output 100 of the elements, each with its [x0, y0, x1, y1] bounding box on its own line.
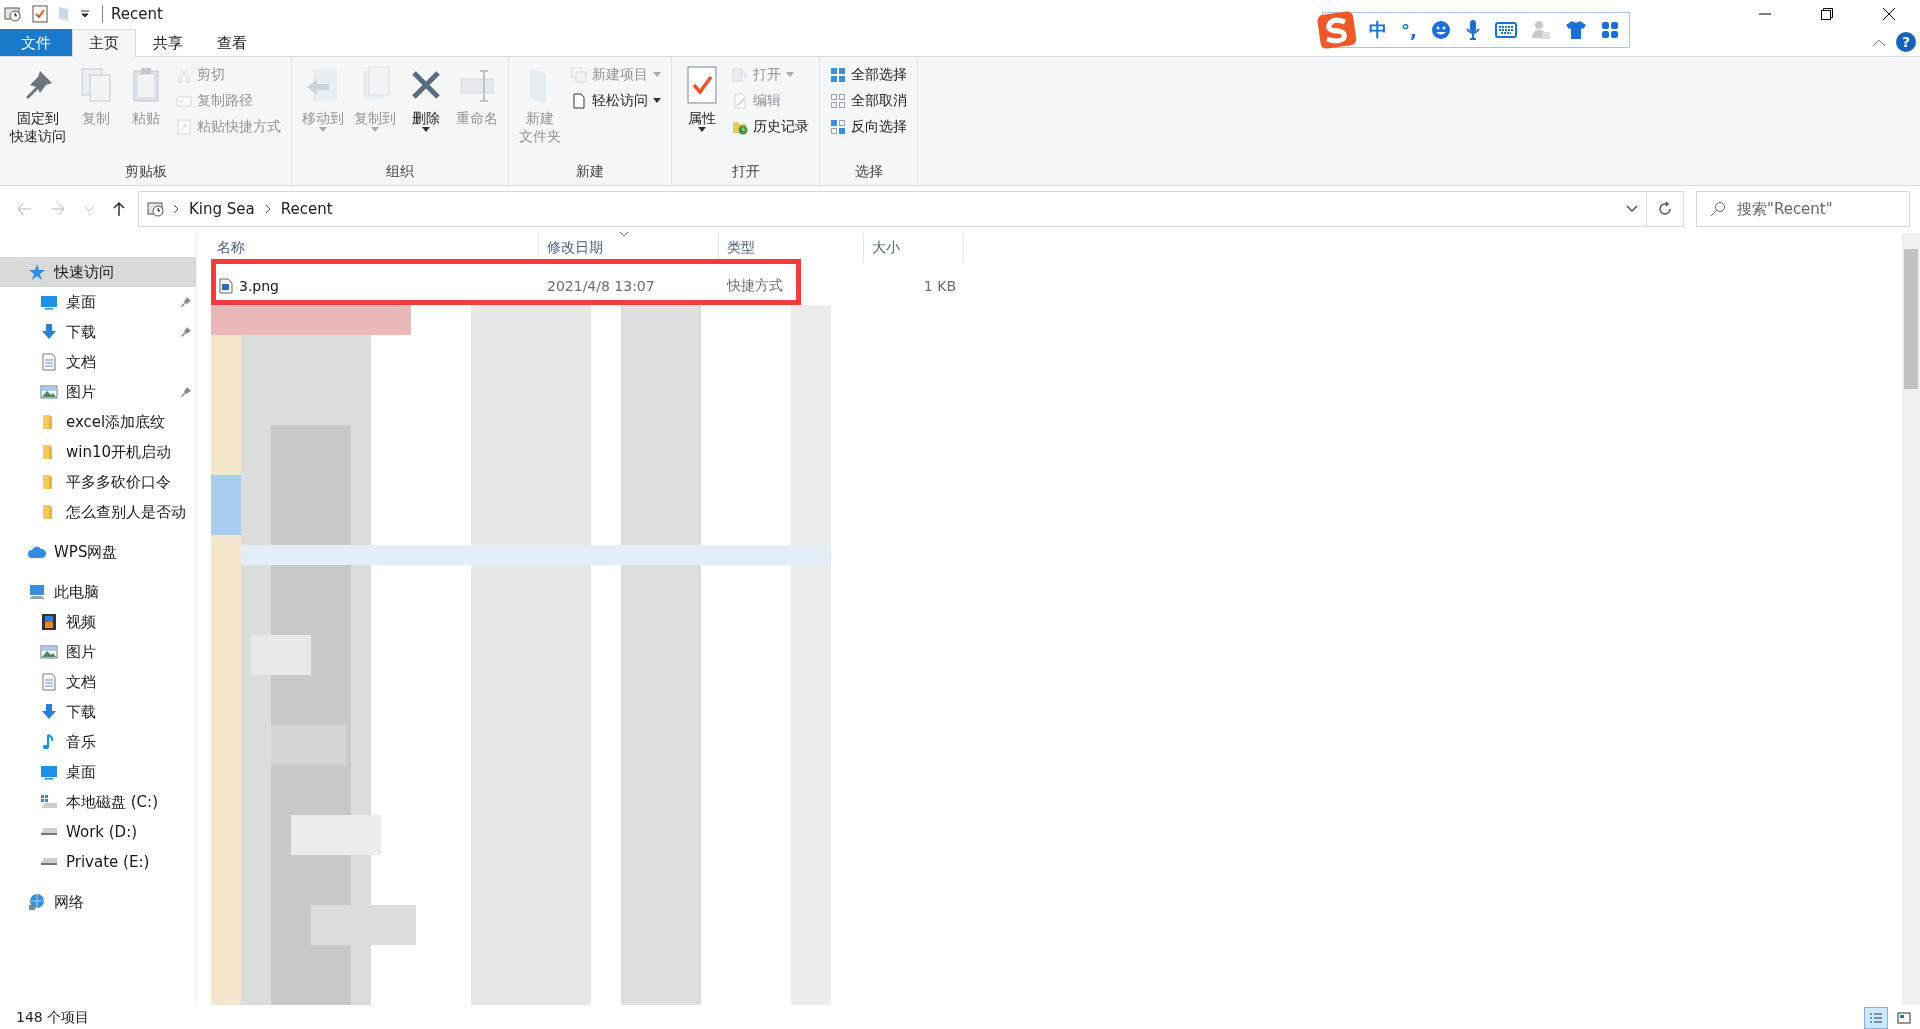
sidebar-item[interactable]: 快速访问 — [0, 257, 196, 287]
address-bar[interactable]: King Sea Recent — [138, 191, 1647, 227]
column-header[interactable]: 修改日期 — [539, 233, 719, 263]
sidebar-item[interactable]: 音乐 — [0, 727, 196, 757]
sidebar-item[interactable]: 网络 — [0, 887, 196, 917]
folder-settings-icon — [147, 200, 165, 218]
sidebar-item[interactable]: 桌面 — [0, 287, 196, 317]
folder-settings-icon — [4, 5, 22, 23]
ime-mode-text[interactable]: 中 — [1369, 18, 1387, 42]
ribbon-button[interactable]: 属性 — [678, 63, 726, 163]
column-header[interactable]: 类型 — [719, 233, 864, 263]
forward-arrow-icon — [50, 202, 66, 216]
image-file-icon — [219, 278, 233, 294]
ime-mode-text[interactable]: °, — [1401, 19, 1417, 41]
sidebar-item[interactable]: 下载 — [0, 697, 196, 727]
help-button[interactable]: ? — [1896, 32, 1916, 52]
film-icon — [40, 613, 58, 631]
ribbon-tab[interactable]: 主页 — [72, 29, 136, 57]
ribbon-button[interactable]: 历史记录 — [728, 115, 813, 139]
shirt-icon[interactable] — [1564, 20, 1587, 40]
sidebar-item[interactable]: 图片 — [0, 637, 196, 667]
ribbon-tab[interactable]: 文件 — [0, 29, 72, 56]
drive-icon — [40, 828, 58, 836]
monitor-icon — [40, 763, 58, 781]
chevron-right-icon — [264, 204, 271, 214]
sidebar-item[interactable]: 图片 — [0, 377, 196, 407]
sidebar-item[interactable]: 下载 — [0, 317, 196, 347]
table-cell-text: 快捷方式 — [725, 277, 784, 295]
window-title: Recent — [102, 5, 163, 23]
caret-icon — [371, 127, 379, 133]
sidebar-item[interactable]: 平多多砍价口令 — [0, 467, 196, 497]
refresh-icon — [1657, 201, 1673, 217]
image-icon — [40, 383, 58, 401]
file-name[interactable]: 3.png — [209, 278, 539, 294]
network-icon — [28, 893, 46, 911]
image-icon — [40, 643, 58, 661]
restore-icon — [1820, 7, 1834, 21]
table-cell-text: 1 KB — [922, 278, 957, 294]
path-icon — [176, 93, 192, 109]
new-item-icon — [571, 67, 587, 83]
group-label: 选择 — [853, 163, 884, 181]
pencil-page-icon — [732, 93, 748, 109]
checklist-icon[interactable] — [32, 5, 48, 23]
caret-icon — [698, 127, 706, 133]
group-label: 新建 — [575, 163, 605, 181]
group-label: 组织 — [385, 163, 415, 181]
sidebar-item[interactable]: Private (E:) — [0, 847, 196, 877]
ribbon-tab[interactable]: 查看 — [200, 29, 264, 56]
sidebar-item[interactable]: 此电脑 — [0, 577, 196, 607]
history-icon — [732, 119, 748, 135]
apps-icon[interactable] — [1600, 21, 1619, 39]
sidebar-item[interactable]: 桌面 — [0, 757, 196, 787]
breadcrumb[interactable]: King Sea — [187, 200, 257, 218]
open-icon — [732, 67, 748, 83]
tiles-icon — [1897, 1012, 1911, 1024]
computer-icon — [28, 583, 46, 601]
caret-icon — [653, 72, 661, 78]
collapse-ribbon-icon[interactable] — [1872, 38, 1886, 47]
ribbon-button[interactable]: 全部取消 — [826, 89, 911, 113]
ribbon-button[interactable]: 删除 — [402, 63, 450, 163]
search-field[interactable]: 搜索"Recent" — [1696, 191, 1910, 227]
details-view-button[interactable] — [1864, 1007, 1888, 1029]
minimize-icon — [1758, 13, 1772, 15]
column-header[interactable]: 大小 — [864, 233, 964, 263]
column-header[interactable]: 名称 — [209, 233, 539, 263]
ribbon-button[interactable]: 轻松访问 — [567, 89, 665, 113]
dropdown-icon[interactable] — [80, 9, 90, 19]
drive-icon — [40, 793, 58, 811]
chevron-down-icon — [84, 206, 94, 212]
sidebar-item[interactable]: 本地磁盘 (C:) — [0, 787, 196, 817]
scrollbar[interactable] — [1902, 233, 1920, 1005]
caret-icon — [653, 98, 661, 104]
sidebar-item[interactable]: 文档 — [0, 667, 196, 697]
page-icon — [571, 93, 587, 109]
refresh-button[interactable] — [1646, 191, 1684, 227]
sidebar-item[interactable]: excel添加底纹 — [0, 407, 196, 437]
ribbon-tab[interactable]: 共享 — [136, 29, 200, 56]
group-label: 打开 — [730, 163, 761, 181]
dropdown-icon[interactable] — [1626, 205, 1638, 213]
sidebar-item[interactable]: 怎么查别人是否动 — [0, 497, 196, 527]
sidebar-item[interactable]: Work (D:) — [0, 817, 196, 847]
item-count: 148 个项目 — [16, 1009, 90, 1027]
breadcrumb[interactable]: Recent — [278, 200, 335, 218]
close-icon — [1882, 7, 1896, 21]
ribbon-button[interactable]: 固定到 快速访问 — [6, 63, 70, 163]
microphone-icon[interactable] — [1464, 19, 1481, 41]
emoji-icon[interactable] — [1430, 20, 1451, 40]
sidebar-item[interactable]: 文档 — [0, 347, 196, 377]
ribbon-button[interactable]: 反向选择 — [826, 115, 911, 139]
shortcut-icon — [176, 119, 192, 135]
invert-grid-icon — [830, 119, 846, 135]
sidebar-item[interactable]: win10开机启动 — [0, 437, 196, 467]
up-arrow-icon — [112, 201, 126, 217]
grid-outline-icon — [830, 93, 846, 109]
ribbon-button[interactable]: 全部选择 — [826, 63, 911, 87]
sidebar-item[interactable]: 视频 — [0, 607, 196, 637]
star-icon — [28, 263, 46, 281]
document-icon — [40, 673, 58, 691]
sidebar-item[interactable]: WPS网盘 — [0, 537, 196, 567]
keyboard-icon[interactable] — [1494, 22, 1517, 38]
